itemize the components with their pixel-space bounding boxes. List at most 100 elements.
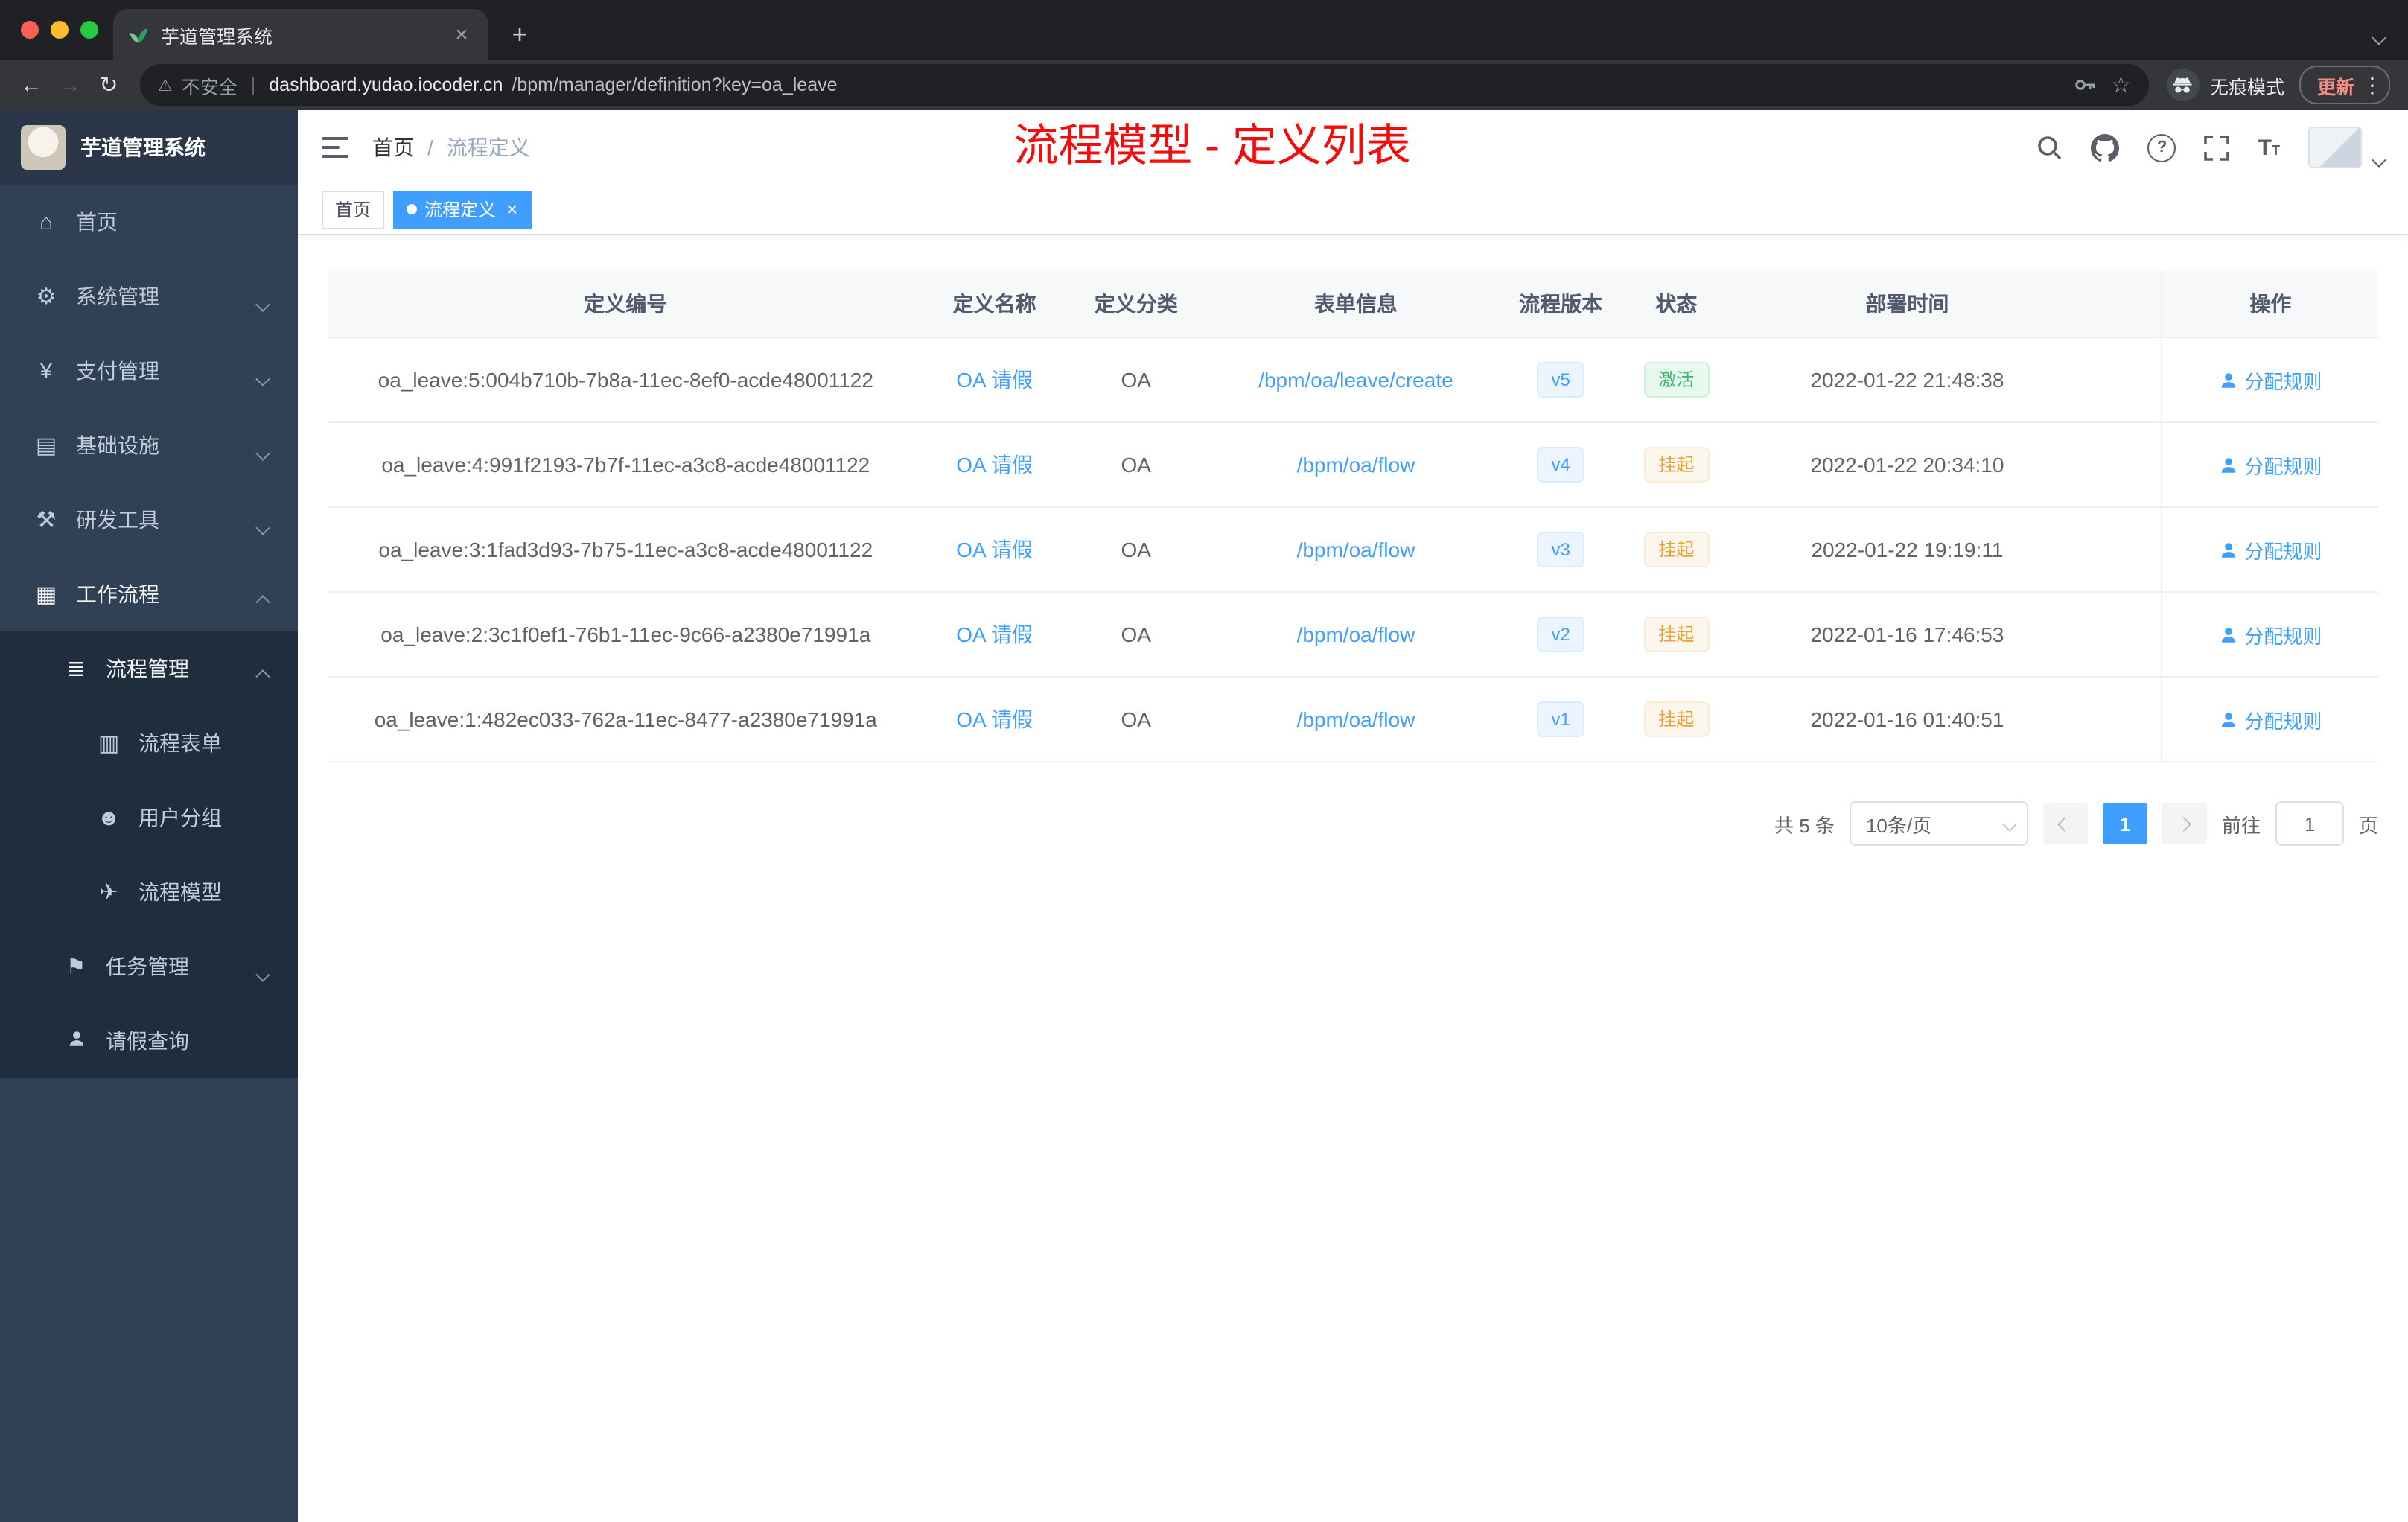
sidebar-item-label: 基础设施 (76, 433, 159, 457)
chrome-menu-icon[interactable]: ⋮ (2362, 72, 2383, 98)
close-window-button[interactable] (21, 21, 39, 39)
category-cell: OA (1065, 677, 1207, 762)
url-host: dashboard.yudao.iocoder.cn (269, 74, 503, 95)
status-badge: 挂起 (1643, 447, 1710, 483)
zoom-window-button[interactable] (80, 21, 98, 39)
password-key-icon[interactable] (2072, 73, 2096, 97)
version-badge: v2 (1536, 617, 1585, 652)
goto-page-input[interactable] (2275, 801, 2344, 846)
sidebar-item-workflow[interactable]: ▦ 工作流程 (0, 557, 298, 631)
tab-search-icon[interactable] (2372, 24, 2386, 51)
sidebar-item-process-model[interactable]: ✈ 流程模型 (0, 855, 298, 929)
definition-name-link[interactable]: OA 请假 (956, 368, 1033, 392)
incognito-icon (2166, 69, 2200, 101)
person-icon (2222, 457, 2236, 472)
breadcrumb-current: 流程定义 (446, 136, 530, 159)
version-badge: v4 (1536, 447, 1585, 483)
sidebar-logo[interactable]: 芋道管理系统 (0, 110, 298, 185)
forward-icon[interactable]: → (51, 72, 89, 98)
sidebar-item-dev-tools[interactable]: ⚒ 研发工具 (0, 483, 298, 557)
sidebar-item-label: 工作流程 (76, 582, 159, 606)
prev-page-button[interactable] (2042, 803, 2088, 844)
new-tab-button[interactable]: + (500, 15, 539, 54)
form-link[interactable]: /bpm/oa/flow (1297, 623, 1415, 646)
sidebar-menu: ⌂ 首页 ⚙ 系统管理 ¥ 支付管理 ▤ 基础设施 ⚒ 研发工具 ▦ 工作流程 … (0, 185, 298, 1522)
traffic-lights (21, 21, 98, 39)
hamburger-icon[interactable] (322, 136, 348, 159)
sidebar-item-label: 任务管理 (106, 955, 189, 978)
tag-close-icon[interactable]: × (506, 200, 517, 219)
toolbar-right: 无痕模式 更新 ⋮ (2161, 66, 2396, 104)
next-page-button[interactable] (2162, 803, 2207, 844)
tag-home[interactable]: 首页 (322, 190, 385, 229)
url-separator: | (250, 74, 256, 95)
chevron-down-icon (255, 365, 270, 389)
fullscreen-icon[interactable] (2204, 135, 2230, 160)
form-link[interactable]: /bpm/oa/flow (1297, 707, 1415, 731)
browser-toolbar: ← → ↻ ⚠ 不安全 | dashboard.yudao.iocoder.cn… (0, 60, 2408, 110)
sidebar-item-system-management[interactable]: ⚙ 系统管理 (0, 259, 298, 334)
breadcrumb: 首页 / 流程定义 (372, 133, 530, 162)
assign-rule-link[interactable]: 分配规则 (2219, 450, 2322, 479)
back-icon[interactable]: ← (12, 72, 51, 98)
sidebar-item-process-form[interactable]: ▥ 流程表单 (0, 706, 298, 780)
form-link[interactable]: /bpm/oa/leave/create (1258, 368, 1453, 392)
assign-rule-link[interactable]: 分配规则 (2219, 705, 2322, 733)
filler-cell (2078, 337, 2162, 423)
definition-name-link[interactable]: OA 请假 (956, 623, 1033, 646)
sidebar-item-process-management[interactable]: ≣ 流程管理 (0, 631, 298, 706)
sidebar-item-infrastructure[interactable]: ▤ 基础设施 (0, 408, 298, 483)
sidebar-item-payment-management[interactable]: ¥ 支付管理 (0, 334, 298, 408)
breadcrumb-home-link[interactable]: 首页 (372, 133, 414, 162)
reload-icon[interactable]: ↻ (89, 71, 128, 98)
assign-rule-link[interactable]: 分配规则 (2219, 366, 2322, 394)
definition-table: 定义编号 定义名称 定义分类 表单信息 流程版本 状态 部署时间 操作 oa_l… (328, 271, 2378, 762)
favicon-leaf-icon (130, 28, 147, 43)
server-icon: ▤ (35, 433, 57, 459)
minimize-window-button[interactable] (51, 21, 69, 39)
sidebar-item-home[interactable]: ⌂ 首页 (0, 185, 298, 259)
avatar[interactable] (2308, 127, 2362, 168)
assign-rule-link[interactable]: 分配规则 (2219, 620, 2322, 649)
definition-name-link[interactable]: OA 请假 (956, 707, 1033, 731)
category-cell: OA (1065, 507, 1207, 593)
tab-close-icon[interactable]: × (450, 22, 474, 47)
main-area: 首页 / 流程定义 流程模型 - 定义列表 ? T T 首页 流程定义 × 定义… (298, 110, 2408, 1522)
bookmark-star-icon[interactable]: ☆ (2111, 71, 2131, 98)
tag-process-definition[interactable]: 流程定义 × (393, 190, 532, 229)
filler-cell (2078, 507, 2162, 593)
form-link[interactable]: /bpm/oa/flow (1297, 538, 1415, 561)
sidebar-item-task-management[interactable]: ⚑ 任务管理 (0, 929, 298, 1004)
version-badge: v3 (1536, 532, 1585, 567)
form-link[interactable]: /bpm/oa/flow (1297, 453, 1415, 477)
page-content: 定义编号 定义名称 定义分类 表单信息 流程版本 状态 部署时间 操作 oa_l… (298, 235, 2408, 1522)
help-icon[interactable]: ? (2147, 133, 2176, 162)
sidebar: 芋道管理系统 ⌂ 首页 ⚙ 系统管理 ¥ 支付管理 ▤ 基础设施 ⚒ 研发工具 … (0, 110, 298, 1522)
github-icon[interactable] (2091, 133, 2120, 162)
page-size-select[interactable]: 10条/页 (1849, 801, 2028, 846)
status-badge: 挂起 (1643, 532, 1710, 567)
pagination: 共 5 条 10条/页 1 前往 页 (328, 801, 2378, 846)
sidebar-item-leave-query[interactable]: 请假查询 (0, 1004, 298, 1078)
definition-name-link[interactable]: OA 请假 (956, 453, 1033, 477)
table-row: oa_leave:4:991f2193-7b7f-11ec-a3c8-acde4… (328, 422, 2378, 508)
address-bar[interactable]: ⚠ 不安全 | dashboard.yudao.iocoder.cn /bpm/… (140, 64, 2149, 106)
browser-tab[interactable]: 芋道管理系统 × (113, 9, 488, 60)
workflow-icon: ▦ (35, 582, 57, 608)
version-badge: v1 (1536, 701, 1585, 737)
tags-view: 首页 流程定义 × (298, 185, 2408, 235)
search-icon[interactable] (2036, 134, 2063, 161)
assign-rule-link[interactable]: 分配规则 (2219, 535, 2322, 564)
definition-name-link[interactable]: OA 请假 (956, 538, 1033, 561)
url-path: /bpm/manager/definition?key=oa_leave (512, 74, 838, 95)
sidebar-item-user-group[interactable]: ☻ 用户分组 (0, 780, 298, 855)
navbar: 首页 / 流程定义 流程模型 - 定义列表 ? T T (298, 110, 2408, 185)
person-icon (60, 1028, 92, 1054)
category-cell: OA (1065, 422, 1207, 508)
font-size-icon[interactable]: TT (2258, 136, 2280, 159)
incognito-label: 无痕模式 (2209, 77, 2284, 98)
chrome-update-button[interactable]: 更新 ⋮ (2299, 66, 2390, 104)
chevron-up-icon (255, 588, 270, 612)
col-process-version: 流程版本 (1505, 271, 1617, 338)
page-number-button[interactable]: 1 (2102, 803, 2147, 844)
